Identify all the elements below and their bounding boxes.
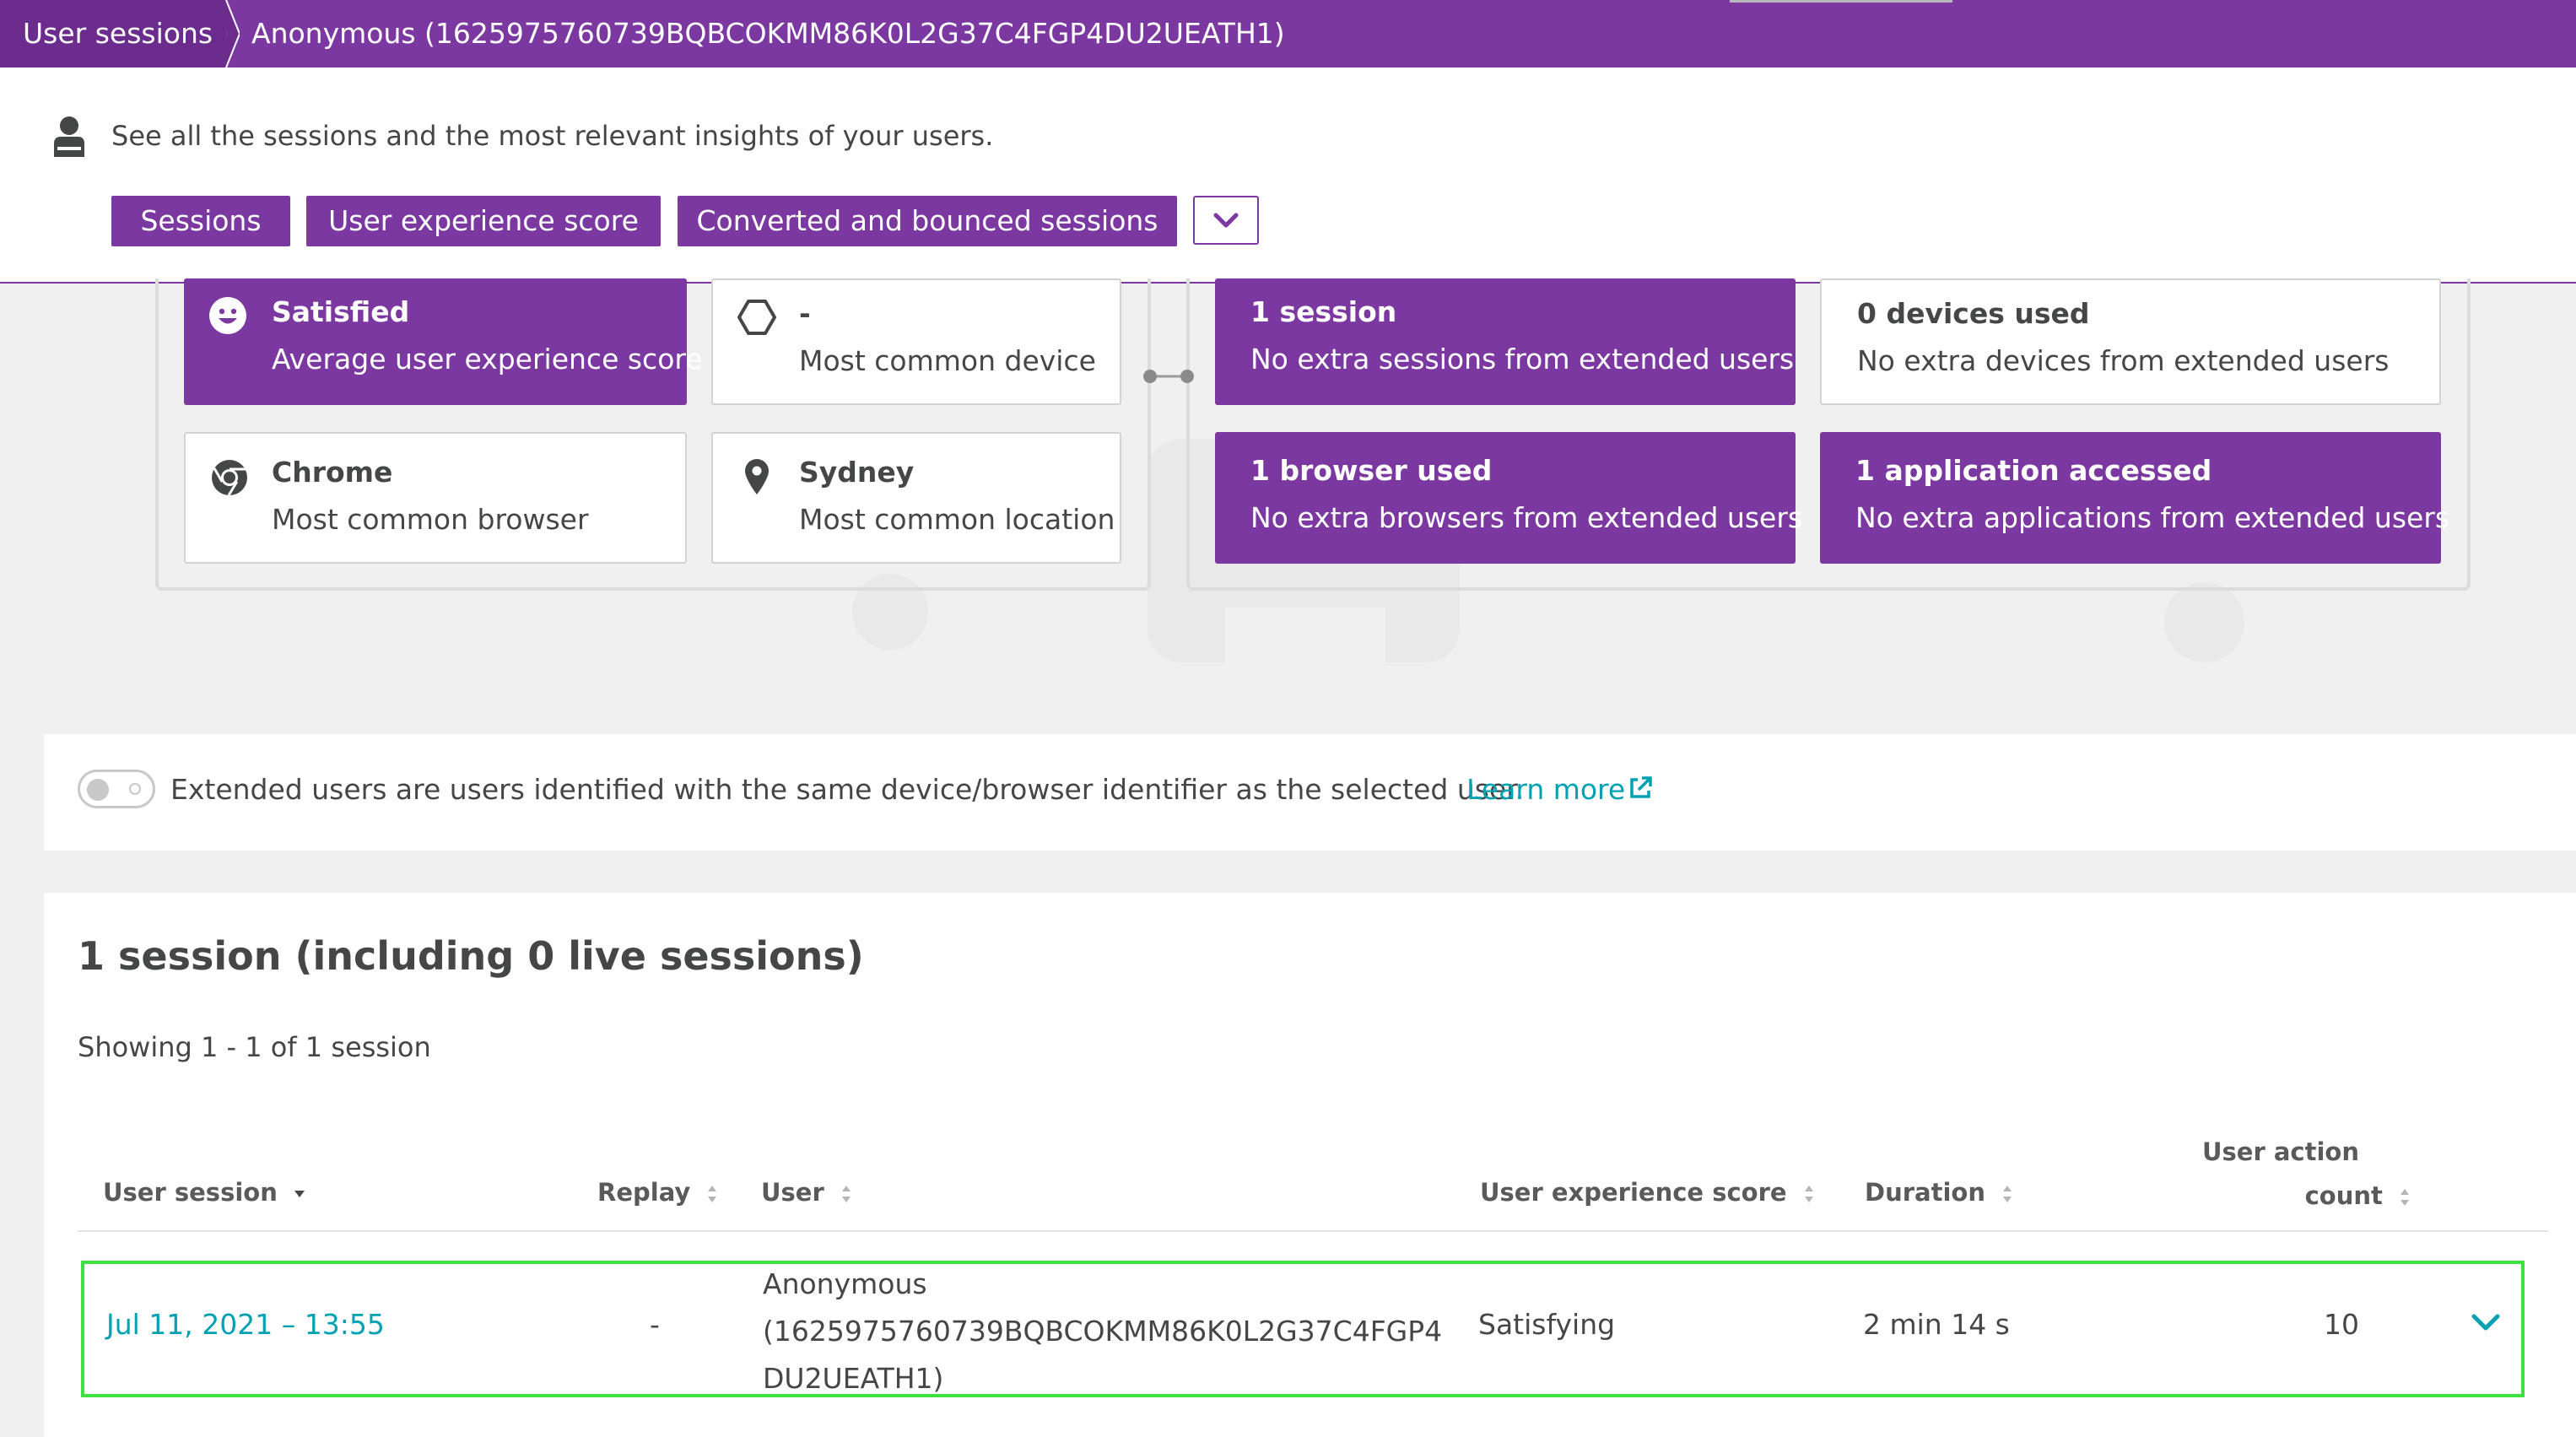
tile-title: Satisfied (272, 295, 410, 328)
column-header-user-session[interactable]: User session (103, 1178, 306, 1207)
header-description: See all the sessions and the most releva… (111, 120, 994, 152)
table-header-divider (78, 1230, 2548, 1232)
user-icon (54, 116, 84, 157)
background-decoration (2164, 582, 2244, 662)
browser-tile[interactable]: Chrome Most common browser (184, 432, 687, 564)
column-label: User action (2201, 1137, 2359, 1166)
session-duration: 2 min 14 s (1863, 1308, 2010, 1341)
learn-more-link[interactable]: Learn more (1466, 773, 1625, 806)
column-label: User session (103, 1178, 278, 1207)
sort-icon (1804, 1186, 1813, 1202)
tile-subtitle: Most common device (799, 344, 1096, 377)
session-replay: - (650, 1308, 660, 1341)
tile-title: 1 browser used (1250, 454, 1493, 487)
browsers-count-tile[interactable]: 1 browser used No extra browsers from ex… (1215, 432, 1802, 564)
tile-title: 1 session (1250, 295, 1397, 328)
tab-user-experience-score[interactable]: User experience score (306, 196, 661, 246)
column-header-action-count[interactable]: User action count (2160, 1137, 2411, 1210)
expand-row-chevron-icon[interactable] (2469, 1310, 2503, 1337)
session-ux-score: Satisfying (1478, 1308, 1616, 1341)
tile-subtitle: Most common location (799, 503, 1115, 536)
session-action-count: 10 (2324, 1308, 2359, 1341)
toggle-off-indicator (129, 783, 141, 795)
smiley-icon (209, 297, 246, 334)
sessions-count-tile[interactable]: 1 session No extra sessions from extende… (1215, 278, 1796, 405)
tile-subtitle: No extra sessions from extended users (1250, 343, 1795, 375)
tile-title: Chrome (272, 456, 393, 489)
chevron-down-icon (1213, 213, 1239, 228)
sort-desc-icon (294, 1191, 305, 1197)
column-header-replay[interactable]: Replay (597, 1178, 719, 1207)
sort-icon (841, 1186, 851, 1202)
connector-icon (1143, 370, 1194, 383)
header-panel (0, 68, 2576, 284)
column-label: User experience score (1480, 1178, 1787, 1207)
extended-users-toggle[interactable] (78, 770, 155, 808)
tile-title: Sydney (799, 456, 915, 489)
column-header-duration[interactable]: Duration (1865, 1178, 2014, 1207)
tab-converted-bounced-sessions[interactable]: Converted and bounced sessions (678, 196, 1177, 246)
tile-subtitle: No extra applications from extended user… (1855, 501, 2450, 534)
tile-title: 0 devices used (1857, 297, 2090, 330)
column-label: Duration (1865, 1178, 1985, 1207)
tab-sessions[interactable]: Sessions (111, 196, 290, 246)
tile-title: - (799, 297, 811, 330)
external-link-icon[interactable] (1627, 775, 1654, 802)
sessions-showing-count: Showing 1 - 1 of 1 session (78, 1031, 431, 1063)
column-label: User (761, 1178, 824, 1207)
tile-subtitle: No extra browsers from extended users (1250, 501, 1803, 534)
background-decoration (1225, 608, 1385, 662)
tile-subtitle: No extra devices from extended users (1857, 344, 2390, 377)
applications-count-tile[interactable]: 1 application accessed No extra applicat… (1820, 432, 2449, 564)
sort-icon (2003, 1186, 2012, 1202)
breadcrumb-root[interactable]: User sessions (0, 0, 226, 68)
session-user-line: Anonymous (763, 1267, 927, 1300)
device-tile[interactable]: - Most common device (711, 278, 1121, 405)
chrome-icon (212, 460, 247, 496)
more-tabs-button[interactable] (1193, 196, 1259, 245)
breadcrumb-current: Anonymous (1625975760739BQBCOKMM86K0L2G3… (251, 17, 1285, 50)
extended-users-description: Extended users are users identified with… (170, 773, 1525, 806)
tile-subtitle: Most common browser (272, 503, 589, 536)
tile-subtitle: Average user experience score (272, 343, 703, 375)
location-pin-icon (745, 459, 769, 494)
sort-icon (708, 1186, 717, 1202)
toggle-knob (87, 779, 109, 801)
column-header-ux-score[interactable]: User experience score (1480, 1178, 1816, 1207)
session-user: Anonymous (1625975760739BQBCOKMM86K0L2G3… (763, 1261, 1442, 1402)
tile-title: 1 application accessed (1855, 454, 2212, 487)
session-user-line: DU2UEATH1) (763, 1362, 944, 1395)
breadcrumb-separator-icon (214, 0, 240, 68)
column-label: Replay (597, 1178, 691, 1207)
column-label: count (2304, 1181, 2383, 1210)
ux-score-tile[interactable]: Satisfied Average user experience score (184, 278, 703, 405)
top-bar-accent (1730, 0, 1952, 3)
session-user-line: (1625975760739BQBCOKMM86K0L2G37C4FGP4 (763, 1315, 1443, 1348)
sessions-list-title: 1 session (including 0 live sessions) (78, 933, 864, 979)
hexagon-icon (737, 300, 776, 335)
column-header-user[interactable]: User (761, 1178, 853, 1207)
session-date-link[interactable]: Jul 11, 2021 – 13:55 (106, 1308, 385, 1341)
devices-count-tile[interactable]: 0 devices used No extra devices from ext… (1820, 278, 2441, 405)
sort-icon (2400, 1189, 2409, 1206)
location-tile[interactable]: Sydney Most common location (711, 432, 1121, 564)
